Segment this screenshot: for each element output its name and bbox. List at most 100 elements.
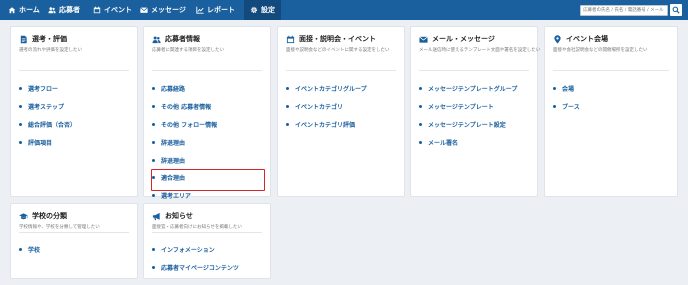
bullet <box>152 87 155 91</box>
nav-events[interactable]: イベント <box>93 0 132 20</box>
link-mail-signature[interactable]: メール署名 <box>419 133 529 151</box>
mail-icon <box>140 7 148 13</box>
gear-icon <box>250 6 258 14</box>
divider <box>152 232 262 233</box>
nav-settings-label: 設定 <box>261 6 275 14</box>
card-mail-message: メール・メッセージ メール送信時に使えるテンプレート文面や署名を設定したい メッ… <box>410 26 541 197</box>
card-applicant-info: 応募者情報 応募者に関連する項目を設定したい 応募経路 その他 応募者情報 その… <box>143 26 271 200</box>
nav-applicants[interactable]: 応募者 <box>48 0 80 20</box>
link-booth[interactable]: ブース <box>553 98 669 116</box>
bullet <box>419 122 422 126</box>
link-message-template-settings[interactable]: メッセージテンプレート設定 <box>419 116 529 134</box>
bullet <box>19 248 22 252</box>
card-link-list: 選考フロー 選考ステップ 総合評価（合否） 評価項目 <box>19 80 129 151</box>
bullet <box>152 122 155 126</box>
divider <box>152 70 262 71</box>
nav-reports-label: レポート <box>207 6 235 14</box>
bullet <box>419 140 422 144</box>
nav-applicants-label: 応募者 <box>59 6 80 14</box>
card-description: 学校情報や、学校を分類して管理したい <box>19 225 100 230</box>
bullet <box>152 248 155 252</box>
map-marker-icon <box>554 34 561 44</box>
link-event-category[interactable]: イベントカテゴリ <box>286 98 396 116</box>
card-selection-evaluation: 選考・評価 選考の流れや評価を設定したい 選考フロー 選考ステップ 総合評価（合… <box>10 26 138 197</box>
calendar-icon <box>93 6 101 14</box>
bullet <box>152 105 155 109</box>
link-evaluation-items[interactable]: 評価項目 <box>19 133 129 151</box>
nav-settings[interactable]: 設定 <box>244 0 281 20</box>
card-link-list: 学校 <box>19 241 129 259</box>
link-selection-step[interactable]: 選考ステップ <box>19 98 129 116</box>
search-button[interactable] <box>670 4 682 16</box>
megaphone-icon <box>152 212 160 220</box>
bullet <box>19 105 22 109</box>
bullet <box>152 194 155 198</box>
link-other-applicant-info[interactable]: その他 応募者情報 <box>152 98 262 116</box>
bullet <box>152 176 155 180</box>
bullet <box>553 87 556 91</box>
divider <box>19 70 129 71</box>
nav-messages[interactable]: メッセージ <box>140 0 186 20</box>
home-icon <box>8 7 16 14</box>
link-message-template[interactable]: メッセージテンプレート <box>419 98 529 116</box>
bullet <box>286 122 289 126</box>
card-title: お知らせ <box>165 212 193 220</box>
bullet <box>152 266 155 270</box>
card-title: 選考・評価 <box>32 35 67 43</box>
card-title: 面接・説明会・イベント <box>299 35 376 43</box>
link-event-category-group[interactable]: イベントカテゴリグループ <box>286 80 396 98</box>
card-description: 選考の流れや評価を設定したい <box>19 48 82 53</box>
bullet <box>419 105 422 109</box>
card-description: 応募者に関連する項目を設定したい <box>152 48 224 53</box>
divider <box>286 70 396 71</box>
link-message-template-group[interactable]: メッセージテンプレートグループ <box>419 80 529 98</box>
link-decline-reason-2[interactable]: 辞退理由 <box>152 151 262 169</box>
link-overall-evaluation[interactable]: 総合評価（合否） <box>19 116 129 134</box>
link-venue[interactable]: 会場 <box>553 80 669 98</box>
bullet <box>152 158 155 162</box>
bullet <box>286 105 289 109</box>
graduation-icon <box>19 212 28 219</box>
bullet <box>19 140 22 144</box>
card-event-venue: イベント会場 面接や会社説明会などの開催場所を設定したい 会場 ブース <box>544 26 678 197</box>
link-selection-flow[interactable]: 選考フロー <box>19 80 129 98</box>
nav-events-label: イベント <box>104 6 132 14</box>
link-applicant-mypage-contents[interactable]: 応募者マイページコンテンツ <box>152 259 262 277</box>
link-match-reason[interactable]: 適合理由 <box>152 169 262 187</box>
divider <box>553 70 669 71</box>
card-notices: お知らせ 面接官・応募者向けにお知らせを掲載したい インフォメーション 応募者マ… <box>143 203 271 279</box>
bullet <box>152 140 155 144</box>
link-application-channel[interactable]: 応募経路 <box>152 80 262 98</box>
bullet <box>553 105 556 109</box>
card-title: メール・メッセージ <box>432 35 495 43</box>
card-link-list: 応募経路 その他 応募者情報 その他 フォロー情報 辞退理由 辞退理由 適合理由… <box>152 80 262 205</box>
nav-messages-label: メッセージ <box>151 6 186 14</box>
document-icon <box>20 35 27 43</box>
card-description: メール送信時に使えるテンプレート文面や署名を設定したい <box>419 48 541 53</box>
chart-icon <box>196 6 204 14</box>
link-event-category-evaluation[interactable]: イベントカテゴリ評価 <box>286 116 396 134</box>
card-description: 面接や説明会などのイベントに関する設定をしたい <box>286 48 390 53</box>
link-information[interactable]: インフォメーション <box>152 241 262 259</box>
mail-icon <box>419 35 428 43</box>
card-link-list: メッセージテンプレートグループ メッセージテンプレート メッセージテンプレート設… <box>419 80 529 151</box>
link-decline-reason[interactable]: 辞退理由 <box>152 133 262 151</box>
card-title: 学校の分類 <box>32 212 67 220</box>
card-title: 応募者情報 <box>165 35 200 43</box>
card-school-classification: 学校の分類 学校情報や、学校を分類して管理したい 学校 <box>10 203 138 279</box>
link-other-follow-info[interactable]: その他 フォロー情報 <box>152 116 262 134</box>
top-nav: ホーム 応募者 イベント メッセージ レポート 設定 <box>0 0 688 20</box>
card-description: 面接官・応募者向けにお知らせを掲載したい <box>152 225 242 230</box>
bullet <box>419 87 422 91</box>
search-input[interactable] <box>580 5 668 16</box>
divider <box>419 70 529 71</box>
bullet <box>19 122 22 126</box>
card-description: 面接や会社説明会などの開催場所を設定したい <box>553 48 648 53</box>
link-school[interactable]: 学校 <box>19 241 129 259</box>
link-selection-area[interactable]: 選考エリア <box>152 187 262 205</box>
card-link-list: イベントカテゴリグループ イベントカテゴリ イベントカテゴリ評価 <box>286 80 396 133</box>
nav-reports[interactable]: レポート <box>196 0 235 20</box>
users-icon <box>152 35 161 43</box>
divider <box>19 232 129 233</box>
nav-home[interactable]: ホーム <box>8 0 40 20</box>
